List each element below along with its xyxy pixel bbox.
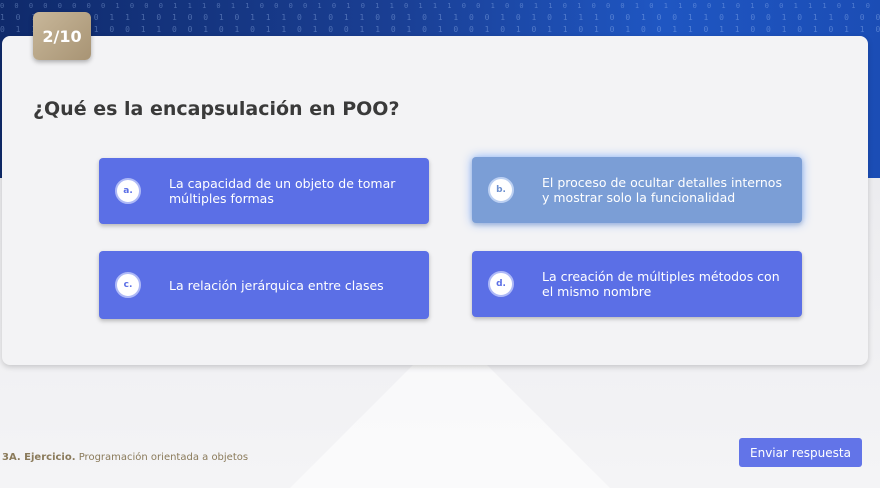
binary-pattern-decoration: 0 0 0 0 0 0 0 0 1 0 0 0 1 1 1 0 1 1 0 0 … [0,2,880,10]
submit-answer-button[interactable]: Enviar respuesta [739,438,862,467]
question-counter-badge: 2/10 [33,12,91,60]
option-letter-badge: c. [115,272,141,298]
footer-course-label: Programación orientada a objetos [78,452,249,463]
option-letter-badge: d. [488,271,514,297]
question-title: ¿Qué es la encapsulación en POO? [33,98,400,120]
binary-pattern-decoration: 0 1 1 0 1 0 1 0 0 1 1 0 0 1 0 1 0 1 1 0 … [0,25,880,34]
option-letter-badge: a. [115,178,141,204]
answer-option-d[interactable]: d. La creación de múltiples métodos con … [472,251,802,317]
option-label: La relación jerárquica entre clases [169,277,384,293]
answer-option-b[interactable]: b. El proceso de ocultar detalles intern… [472,157,802,223]
answer-option-c[interactable]: c. La relación jerárquica entre clases [99,251,429,319]
option-label: La creación de múltiples métodos con el … [542,269,780,299]
footer-breadcrumb: 3A. Ejercicio. Programación orientada a … [2,452,248,463]
option-letter-badge: b. [488,177,514,203]
option-label: La capacidad de un objeto de tomar múlti… [169,176,396,206]
answer-option-a[interactable]: a. La capacidad de un objeto de tomar mú… [99,158,429,224]
option-label: El proceso de ocultar detalles internos … [542,175,782,205]
binary-pattern-decoration: 1 0 1 0 0 1 0 1 1 1 0 1 0 0 1 0 1 1 1 0 … [0,13,880,22]
footer-section-label: 3A. Ejercicio. [2,452,76,463]
